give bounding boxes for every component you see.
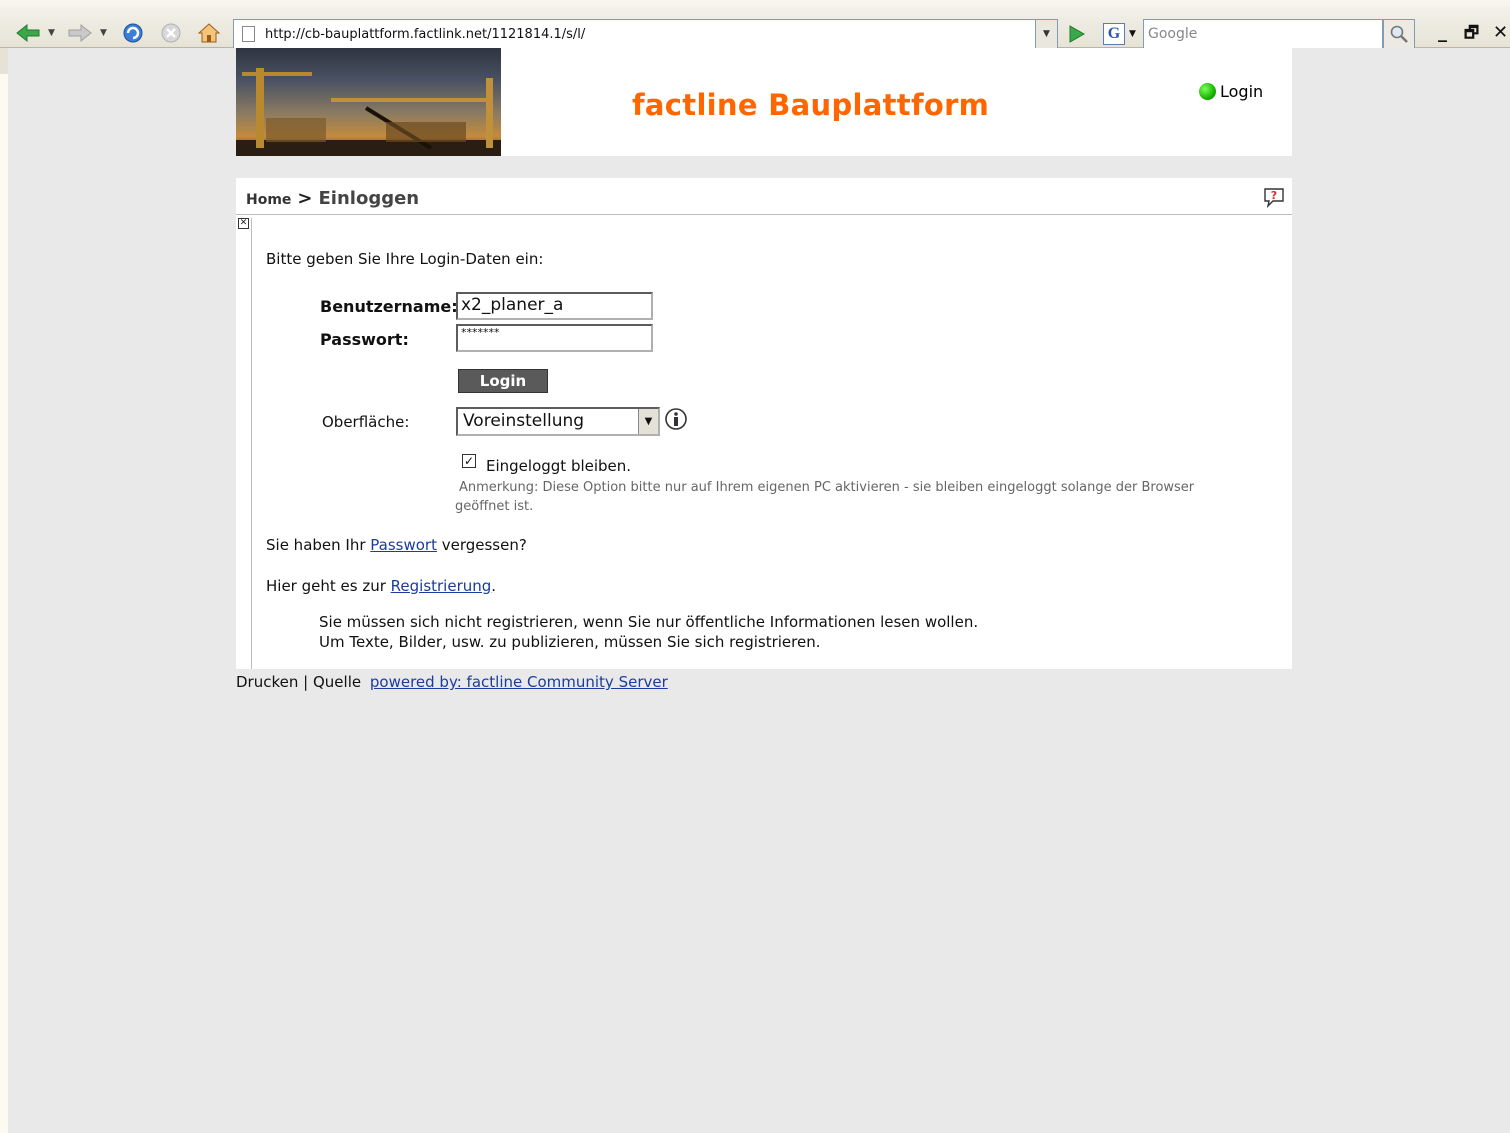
login-button[interactable]: Login bbox=[458, 369, 548, 393]
page-footer: Drucken | Quelle powered by: factline Co… bbox=[236, 673, 668, 691]
page-icon bbox=[242, 26, 255, 42]
breadcrumb-home[interactable]: Home bbox=[246, 192, 291, 208]
collapse-toggle-icon[interactable]: ✕ bbox=[238, 218, 249, 229]
stop-button[interactable] bbox=[158, 20, 184, 46]
stop-icon bbox=[161, 23, 181, 43]
search-engine-button[interactable]: G ▼ bbox=[1103, 20, 1141, 48]
info-icon bbox=[665, 408, 687, 430]
username-label: Benutzername: bbox=[320, 297, 458, 316]
registration-info-line-1: Sie müssen sich nicht registrieren, wenn… bbox=[319, 613, 979, 631]
search-placeholder: Google bbox=[1148, 26, 1198, 42]
username-input[interactable]: x2_planer_a bbox=[456, 292, 653, 320]
close-window-button[interactable]: ✕ bbox=[1493, 22, 1508, 43]
forgot-prefix: Sie haben Ihr bbox=[266, 536, 371, 554]
breadcrumb-divider bbox=[236, 214, 1292, 215]
reload-icon bbox=[123, 23, 143, 43]
power-status-icon bbox=[1199, 83, 1216, 100]
breadcrumb-separator: > bbox=[297, 188, 313, 209]
breadcrumb: Home > Einloggen bbox=[246, 188, 419, 209]
svg-text:?: ? bbox=[1271, 189, 1277, 202]
forward-button[interactable] bbox=[66, 20, 94, 46]
chevron-down-icon: ▼ bbox=[638, 409, 658, 434]
go-button[interactable] bbox=[1064, 21, 1088, 47]
print-link[interactable]: Drucken bbox=[236, 673, 298, 691]
site-title: factline Bauplattform bbox=[632, 88, 990, 122]
stay-logged-in-note: Anmerkung: Diese Option bitte nur auf Ih… bbox=[455, 480, 1195, 514]
surface-select[interactable]: Voreinstellung ▼ bbox=[456, 407, 660, 436]
home-button[interactable] bbox=[196, 20, 222, 46]
stay-logged-in-label: Eingeloggt bleiben. bbox=[486, 457, 632, 475]
registration-text: Hier geht es zur Registrierung. bbox=[266, 577, 496, 595]
minimize-button[interactable]: _ bbox=[1438, 22, 1447, 43]
address-bar[interactable]: http://cb-bauplattform.factlink.net/1121… bbox=[233, 19, 1036, 49]
google-icon: G bbox=[1103, 23, 1125, 45]
forgot-password-link[interactable]: Passwort bbox=[370, 536, 437, 554]
password-input[interactable]: ******* bbox=[456, 324, 653, 352]
registration-link[interactable]: Registrierung bbox=[391, 577, 492, 595]
construction-banner-image bbox=[236, 48, 501, 156]
login-panel: Home > Einloggen ? ✕ Bitte geben Sie Ihr… bbox=[236, 178, 1292, 669]
forgot-password-text: Sie haben Ihr Passwort vergessen? bbox=[266, 536, 527, 554]
web-page: factline Bauplattform Login Home > Einlo… bbox=[8, 48, 1510, 1133]
browser-toolbar: ▼ ▼ http://cb-bauplattform.factlink.net/… bbox=[0, 0, 1510, 49]
go-arrow-icon bbox=[1069, 25, 1086, 43]
search-input[interactable]: Google bbox=[1143, 19, 1383, 49]
forward-arrow-icon bbox=[68, 23, 92, 43]
login-intro-text: Bitte geben Sie Ihre Login-Daten ein: bbox=[266, 250, 544, 268]
address-dropdown-icon[interactable]: ▼ bbox=[1036, 19, 1058, 49]
site-header: factline Bauplattform Login bbox=[236, 48, 1292, 156]
register-suffix: . bbox=[491, 577, 497, 595]
surface-selected-value: Voreinstellung bbox=[463, 411, 585, 431]
home-icon bbox=[197, 23, 221, 43]
powered-by-link[interactable]: powered by: factline Community Server bbox=[370, 673, 668, 691]
back-dropdown-icon[interactable]: ▼ bbox=[48, 28, 55, 38]
info-button[interactable] bbox=[664, 407, 688, 431]
crane-silhouettes bbox=[236, 68, 501, 156]
registration-info-line-2: Um Texte, Bilder, usw. zu publizieren, m… bbox=[319, 633, 821, 651]
register-prefix: Hier geht es zur bbox=[266, 577, 391, 595]
help-button[interactable]: ? bbox=[1262, 186, 1286, 209]
magnifier-icon bbox=[1390, 25, 1408, 43]
header-login-link[interactable]: Login bbox=[1199, 82, 1263, 101]
surface-label: Oberfläche: bbox=[322, 413, 410, 431]
window-edge bbox=[0, 48, 8, 74]
panel-left-border bbox=[251, 218, 252, 669]
breadcrumb-current: Einloggen bbox=[318, 188, 420, 209]
search-button[interactable] bbox=[1383, 19, 1415, 49]
restore-button[interactable]: 🗗 bbox=[1464, 22, 1479, 49]
reload-button[interactable] bbox=[120, 20, 146, 46]
address-text: http://cb-bauplattform.factlink.net/1121… bbox=[265, 26, 586, 42]
help-bubble-icon: ? bbox=[1264, 188, 1284, 209]
source-link[interactable]: Quelle bbox=[313, 673, 361, 691]
back-button[interactable] bbox=[14, 20, 42, 46]
header-login-label: Login bbox=[1220, 82, 1264, 101]
search-engine-dropdown-icon: ▼ bbox=[1129, 29, 1136, 39]
stay-logged-in-checkbox[interactable]: ✓ bbox=[462, 454, 476, 468]
forgot-suffix: vergessen? bbox=[436, 536, 527, 554]
forward-dropdown-icon[interactable]: ▼ bbox=[100, 28, 107, 38]
footer-divider: | bbox=[303, 673, 309, 691]
password-label: Passwort: bbox=[320, 330, 409, 349]
back-arrow-icon bbox=[16, 23, 40, 43]
